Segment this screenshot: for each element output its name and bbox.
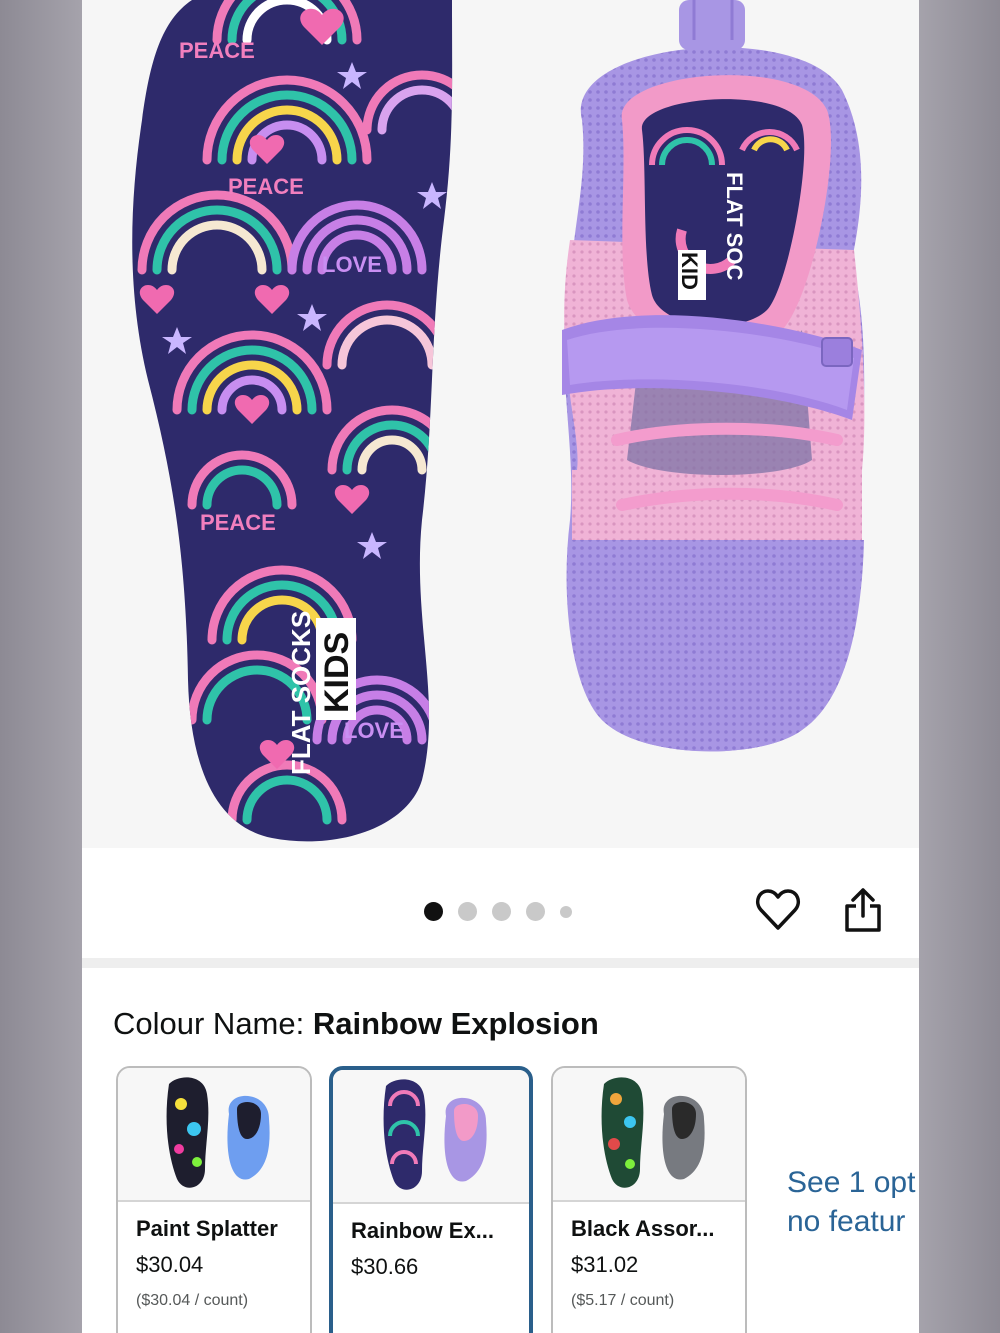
share-button[interactable] — [838, 884, 888, 936]
product-image-gallery[interactable]: PEACE PEACE PEACE LOVE LOVE FLAT SOCKS K… — [82, 0, 919, 848]
shoe-image: FLAT SOC KID — [562, 0, 865, 752]
colour-swatch-selected[interactable]: Rainbow Ex... $30.66 — [329, 1066, 533, 1333]
section-divider — [82, 958, 919, 968]
carousel-dot[interactable] — [492, 902, 511, 921]
swatch-image — [166, 1077, 270, 1188]
swatch-unit-price — [333, 1280, 529, 1294]
carousel-dot[interactable] — [458, 902, 477, 921]
colour-name-label: Colour Name: Rainbow Explosion — [113, 1006, 599, 1042]
colour-value: Rainbow Explosion — [312, 1006, 599, 1041]
swatch-unit-price: ($5.17 / count) — [571, 1292, 675, 1309]
swatch-name: Rainbow Ex... — [351, 1218, 495, 1243]
insole-text: LOVE — [344, 718, 404, 743]
heart-icon — [756, 889, 800, 930]
brand-logo-text: FLAT SOCKS — [286, 611, 316, 775]
product-image: PEACE PEACE PEACE LOVE LOVE FLAT SOCKS K… — [132, 0, 865, 842]
swatch-image — [601, 1077, 705, 1188]
colour-label-prefix: Colour Name: — [113, 1006, 313, 1041]
brand-logo-kids: KIDS — [318, 632, 356, 713]
insole-text: PEACE — [228, 174, 304, 199]
swatch-image — [383, 1079, 487, 1190]
swatch-price: $30.66 — [351, 1254, 419, 1279]
insole-text: PEACE — [200, 510, 276, 535]
swatch-price: $31.02 — [571, 1252, 639, 1277]
colour-swatch[interactable]: Paint Splatter $30.04 ($30.04 / count) — [116, 1066, 312, 1333]
see-more-line1: See 1 opt — [787, 1166, 916, 1199]
see-more-options-link[interactable]: See 1 opt no featur — [787, 1163, 915, 1241]
carousel-dot[interactable] — [424, 902, 443, 921]
swatch-name: Paint Splatter — [136, 1216, 278, 1241]
product-page: PEACE PEACE PEACE LOVE LOVE FLAT SOCKS K… — [82, 0, 919, 1333]
swatch-price: $30.04 — [136, 1252, 204, 1277]
swatch-unit-price: ($30.04 / count) — [136, 1292, 249, 1309]
carousel-dots[interactable] — [424, 902, 572, 921]
insole-text: PEACE — [179, 38, 255, 63]
favorite-button[interactable] — [753, 884, 803, 936]
swatch-thumbnail — [333, 1070, 529, 1204]
insole-text: LOVE — [322, 252, 382, 277]
carousel-dot[interactable] — [560, 905, 572, 918]
swatch-thumbnail — [118, 1068, 310, 1202]
swatch-thumbnail — [553, 1068, 745, 1202]
carousel-dot[interactable] — [526, 902, 545, 921]
swatch-name: Black Assor... — [571, 1216, 715, 1241]
share-icon — [845, 888, 881, 932]
shoe-insole-brand: FLAT SOC — [722, 172, 747, 280]
colour-swatch[interactable]: Black Assor... $31.02 ($5.17 / count) — [551, 1066, 747, 1333]
shoe-insole-kids: KID — [677, 252, 702, 290]
gallery-controls — [82, 848, 919, 960]
see-more-line2: no featur — [787, 1205, 906, 1238]
